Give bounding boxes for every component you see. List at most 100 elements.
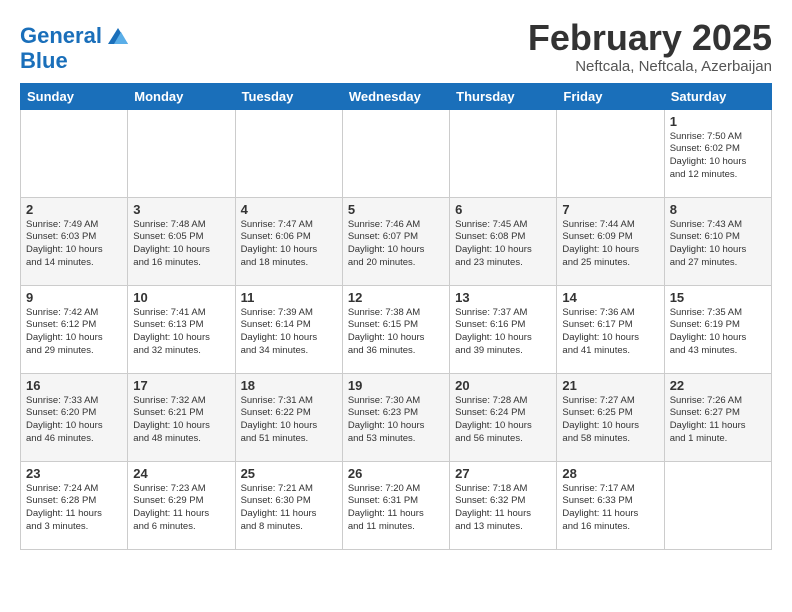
calendar-week-row: 16 Sunrise: 7:33 AM Sunset: 6:20 PM Dayli… [21,373,772,461]
day-number: 17 [133,378,229,393]
table-row: 14 Sunrise: 7:36 AM Sunset: 6:17 PM Dayli… [557,285,664,373]
day-number: 8 [670,202,766,217]
day-info: Sunrise: 7:30 AM Sunset: 6:23 PM Dayligh… [348,395,444,446]
table-row: 8 Sunrise: 7:43 AM Sunset: 6:10 PM Daylig… [664,197,771,285]
logo-general: General [20,25,102,47]
day-number: 15 [670,290,766,305]
day-info: Sunrise: 7:43 AM Sunset: 6:10 PM Dayligh… [670,219,766,270]
day-number: 25 [241,466,337,481]
table-row: 24 Sunrise: 7:23 AM Sunset: 6:29 PM Dayli… [128,461,235,549]
table-row: 7 Sunrise: 7:44 AM Sunset: 6:09 PM Daylig… [557,197,664,285]
day-number: 3 [133,202,229,217]
day-info: Sunrise: 7:41 AM Sunset: 6:13 PM Dayligh… [133,307,229,358]
table-row: 18 Sunrise: 7:31 AM Sunset: 6:22 PM Dayli… [235,373,342,461]
header: General Blue February 2025 Neftcala, Nef… [20,18,772,75]
table-row: 25 Sunrise: 7:21 AM Sunset: 6:30 PM Dayli… [235,461,342,549]
table-row [450,109,557,197]
table-row: 13Sunrise: 7:37 AM Sunset: 6:16 PM Dayli… [450,285,557,373]
table-row: 9 Sunrise: 7:42 AM Sunset: 6:12 PM Daylig… [21,285,128,373]
table-row: 12 Sunrise: 7:38 AM Sunset: 6:15 PM Dayli… [342,285,449,373]
day-info: Sunrise: 7:39 AM Sunset: 6:14 PM Dayligh… [241,307,337,358]
day-number: 27 [455,466,551,481]
day-number: 26 [348,466,444,481]
calendar-week-row: 23 Sunrise: 7:24 AM Sunset: 6:28 PM Dayli… [21,461,772,549]
calendar-week-row: 1Sunrise: 7:50 AM Sunset: 6:02 PM Daylig… [21,109,772,197]
calendar: Sunday Monday Tuesday Wednesday Thursday… [20,83,772,550]
day-number: 23 [26,466,122,481]
day-info: Sunrise: 7:24 AM Sunset: 6:28 PM Dayligh… [26,483,122,534]
table-row: 28 Sunrise: 7:17 AM Sunset: 6:33 PM Dayli… [557,461,664,549]
day-info: Sunrise: 7:17 AM Sunset: 6:33 PM Dayligh… [562,483,658,534]
table-row [342,109,449,197]
day-number: 2 [26,202,122,217]
table-row: 10 Sunrise: 7:41 AM Sunset: 6:13 PM Dayli… [128,285,235,373]
table-row: 5 Sunrise: 7:46 AM Sunset: 6:07 PM Daylig… [342,197,449,285]
logo: General Blue [20,22,132,72]
day-number: 1 [670,114,766,129]
day-info: Sunrise: 7:33 AM Sunset: 6:20 PM Dayligh… [26,395,122,446]
table-row: 19 Sunrise: 7:30 AM Sunset: 6:23 PM Dayli… [342,373,449,461]
day-number: 20 [455,378,551,393]
day-info: Sunrise: 7:47 AM Sunset: 6:06 PM Dayligh… [241,219,337,270]
table-row: 16 Sunrise: 7:33 AM Sunset: 6:20 PM Dayli… [21,373,128,461]
day-info: Sunrise: 7:38 AM Sunset: 6:15 PM Dayligh… [348,307,444,358]
table-row [664,461,771,549]
table-row: 21Sunrise: 7:27 AM Sunset: 6:25 PM Dayli… [557,373,664,461]
location: Neftcala, Neftcala, Azerbaijan [528,58,772,75]
day-number: 5 [348,202,444,217]
day-info: Sunrise: 7:37 AM Sunset: 6:16 PM Dayligh… [455,307,551,358]
table-row [557,109,664,197]
day-number: 24 [133,466,229,481]
table-row: 6 Sunrise: 7:45 AM Sunset: 6:08 PM Daylig… [450,197,557,285]
day-info: Sunrise: 7:46 AM Sunset: 6:07 PM Dayligh… [348,219,444,270]
day-number: 16 [26,378,122,393]
day-info: Sunrise: 7:44 AM Sunset: 6:09 PM Dayligh… [562,219,658,270]
day-info: Sunrise: 7:20 AM Sunset: 6:31 PM Dayligh… [348,483,444,534]
title-block: February 2025 Neftcala, Neftcala, Azerba… [528,18,772,75]
day-info: Sunrise: 7:45 AM Sunset: 6:08 PM Dayligh… [455,219,551,270]
table-row: 22Sunrise: 7:26 AM Sunset: 6:27 PM Dayli… [664,373,771,461]
day-number: 14 [562,290,658,305]
day-number: 19 [348,378,444,393]
day-info: Sunrise: 7:35 AM Sunset: 6:19 PM Dayligh… [670,307,766,358]
day-info: Sunrise: 7:36 AM Sunset: 6:17 PM Dayligh… [562,307,658,358]
table-row [128,109,235,197]
calendar-header-row: Sunday Monday Tuesday Wednesday Thursday… [21,83,772,109]
day-info: Sunrise: 7:18 AM Sunset: 6:32 PM Dayligh… [455,483,551,534]
table-row: 20 Sunrise: 7:28 AM Sunset: 6:24 PM Dayli… [450,373,557,461]
day-info: Sunrise: 7:23 AM Sunset: 6:29 PM Dayligh… [133,483,229,534]
day-info: Sunrise: 7:26 AM Sunset: 6:27 PM Dayligh… [670,395,766,446]
day-number: 7 [562,202,658,217]
table-row: 15 Sunrise: 7:35 AM Sunset: 6:19 PM Dayli… [664,285,771,373]
table-row: 11 Sunrise: 7:39 AM Sunset: 6:14 PM Dayli… [235,285,342,373]
day-number: 10 [133,290,229,305]
col-saturday: Saturday [664,83,771,109]
day-number: 9 [26,290,122,305]
day-info: Sunrise: 7:27 AM Sunset: 6:25 PM Dayligh… [562,395,658,446]
table-row [21,109,128,197]
day-number: 28 [562,466,658,481]
logo-blue: Blue [20,50,68,72]
day-info: Sunrise: 7:32 AM Sunset: 6:21 PM Dayligh… [133,395,229,446]
calendar-week-row: 9 Sunrise: 7:42 AM Sunset: 6:12 PM Daylig… [21,285,772,373]
day-number: 18 [241,378,337,393]
day-number: 6 [455,202,551,217]
day-info: Sunrise: 7:49 AM Sunset: 6:03 PM Dayligh… [26,219,122,270]
day-info: Sunrise: 7:28 AM Sunset: 6:24 PM Dayligh… [455,395,551,446]
month-title: February 2025 [528,18,772,58]
col-monday: Monday [128,83,235,109]
table-row: 2 Sunrise: 7:49 AM Sunset: 6:03 PM Daylig… [21,197,128,285]
col-tuesday: Tuesday [235,83,342,109]
page-container: General Blue February 2025 Neftcala, Nef… [0,0,792,560]
day-info: Sunrise: 7:48 AM Sunset: 6:05 PM Dayligh… [133,219,229,270]
col-friday: Friday [557,83,664,109]
day-info: Sunrise: 7:31 AM Sunset: 6:22 PM Dayligh… [241,395,337,446]
table-row: 17 Sunrise: 7:32 AM Sunset: 6:21 PM Dayli… [128,373,235,461]
table-row: 27 Sunrise: 7:18 AM Sunset: 6:32 PM Dayli… [450,461,557,549]
day-number: 11 [241,290,337,305]
day-number: 12 [348,290,444,305]
table-row: 4Sunrise: 7:47 AM Sunset: 6:06 PM Daylig… [235,197,342,285]
day-info: Sunrise: 7:42 AM Sunset: 6:12 PM Dayligh… [26,307,122,358]
calendar-week-row: 2 Sunrise: 7:49 AM Sunset: 6:03 PM Daylig… [21,197,772,285]
day-info: Sunrise: 7:21 AM Sunset: 6:30 PM Dayligh… [241,483,337,534]
